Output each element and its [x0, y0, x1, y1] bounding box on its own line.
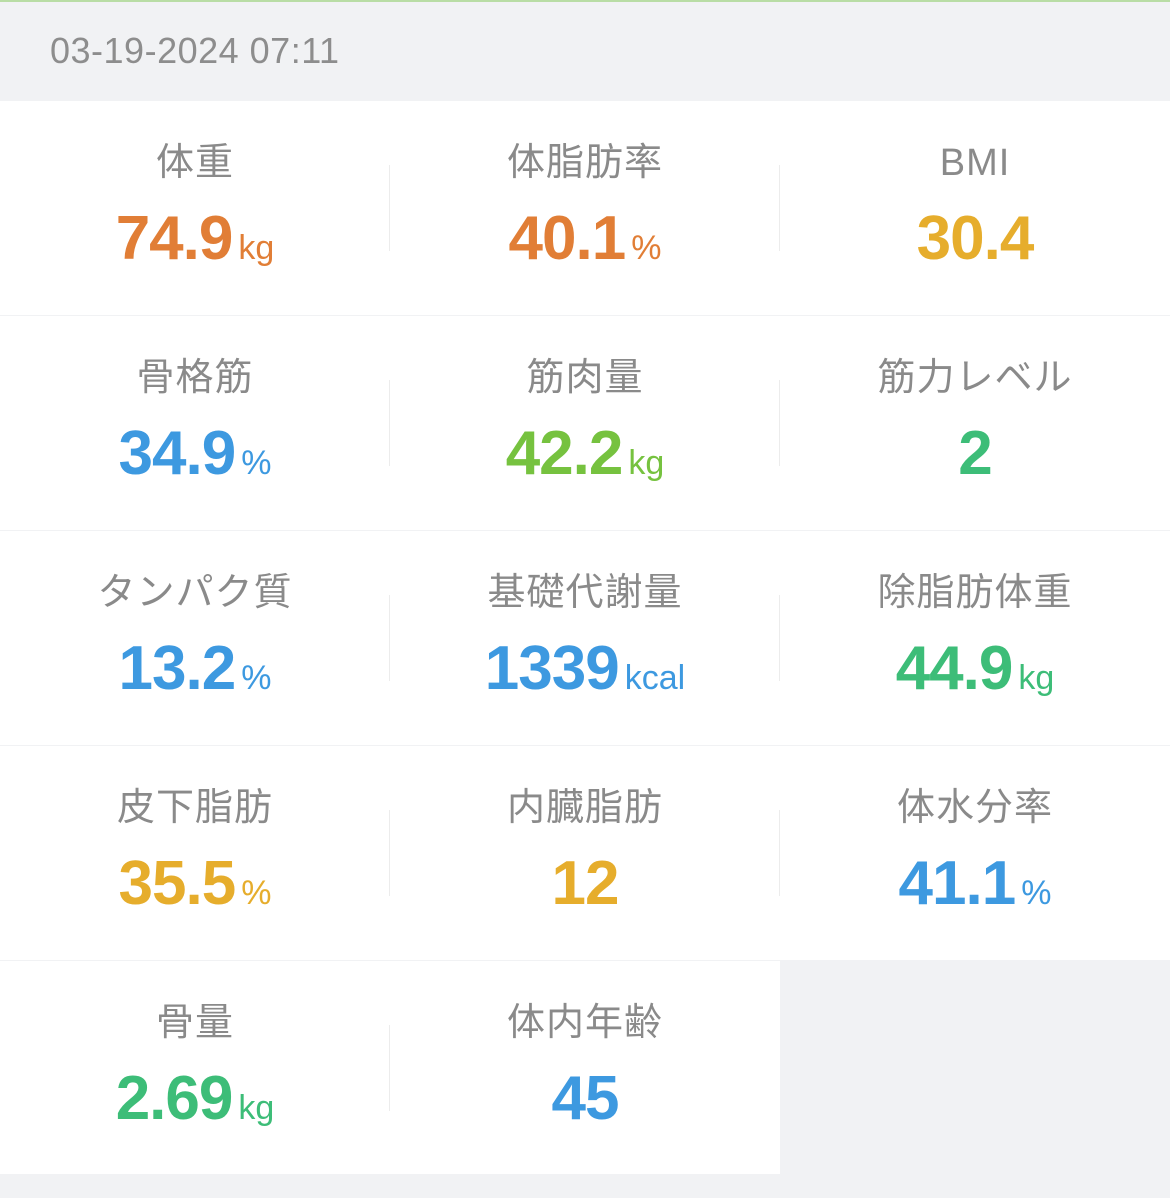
- metric-label: 基礎代謝量: [487, 572, 683, 614]
- metric-value-group: 1339 kcal: [390, 636, 780, 718]
- metric-unit: %: [631, 229, 662, 267]
- metric-label: 除脂肪体重: [877, 572, 1073, 614]
- metric-label: BMI: [939, 142, 1011, 184]
- metric-value-group: 2.69 kg: [0, 1066, 390, 1148]
- metric-unit: kg: [238, 229, 275, 267]
- metric-body-age[interactable]: 体内年齢 45: [390, 961, 780, 1175]
- metric-unit: %: [241, 659, 272, 697]
- metric-value: 13.2: [118, 634, 237, 703]
- metric-label: 体内年齢: [506, 1002, 663, 1044]
- metric-protein[interactable]: タンパク質 13.2%: [0, 531, 390, 745]
- metrics-row: 骨格筋 34.9% 筋肉量 42.2 kg 筋力レベル 2: [0, 316, 1170, 530]
- metric-unit: kg: [628, 444, 665, 482]
- metric-strength-level[interactable]: 筋力レベル 2: [780, 316, 1170, 530]
- metric-value-group: 35.5%: [0, 851, 390, 933]
- measurement-timestamp: 03-19-2024 07:11: [50, 30, 340, 71]
- metric-value: 44.9: [895, 634, 1014, 703]
- metric-value-group: 40.1%: [390, 206, 780, 288]
- metric-unit: kg: [1018, 659, 1055, 697]
- metric-unit: kcal: [624, 659, 686, 697]
- metric-value-group: 30.4: [780, 206, 1170, 288]
- metric-value: 41.1: [898, 849, 1017, 918]
- metric-value-group: 44.9 kg: [780, 636, 1170, 718]
- metrics-grid: 体重 74.9kg 体脂肪率 40.1% BMI 30.4 骨格筋 34.9%: [0, 101, 1170, 1175]
- metrics-row: タンパク質 13.2% 基礎代謝量 1339 kcal 除脂肪体重 44.9 kg: [0, 531, 1170, 745]
- metric-value-group: 34.9%: [0, 421, 390, 503]
- metric-label: 体水分率: [896, 787, 1053, 829]
- metric-visceral-fat[interactable]: 内臓脂肪 12: [390, 746, 780, 960]
- metric-body-fat-rate[interactable]: 体脂肪率 40.1%: [390, 101, 780, 315]
- metric-label: 骨格筋: [136, 357, 254, 399]
- metric-label: 体脂肪率: [506, 142, 663, 184]
- metric-label: 体重: [155, 142, 234, 184]
- metric-label: 筋力レベル: [877, 357, 1073, 399]
- metric-label: 筋肉量: [526, 357, 644, 399]
- metric-value: 40.1: [508, 204, 627, 273]
- metric-label: 内臓脂肪: [506, 787, 663, 829]
- metric-skeletal-muscle[interactable]: 骨格筋 34.9%: [0, 316, 390, 530]
- metric-value-group: 2: [780, 421, 1170, 503]
- metrics-row: 骨量 2.69 kg 体内年齢 45: [0, 961, 1170, 1175]
- metric-subcutaneous-fat[interactable]: 皮下脂肪 35.5%: [0, 746, 390, 960]
- metric-unit: %: [241, 444, 272, 482]
- metric-value: 2.69: [115, 1064, 234, 1133]
- metric-basal-metabolism[interactable]: 基礎代謝量 1339 kcal: [390, 531, 780, 745]
- metric-value: 34.9: [118, 419, 237, 488]
- metric-label: タンパク質: [97, 572, 293, 614]
- metric-value-group: 12: [390, 851, 780, 933]
- metric-unit: %: [241, 874, 272, 912]
- metric-muscle-mass[interactable]: 筋肉量 42.2 kg: [390, 316, 780, 530]
- metric-value: 1339: [484, 634, 620, 703]
- header: 03-19-2024 07:11: [0, 0, 1170, 100]
- metric-label: 骨量: [155, 1002, 234, 1044]
- metric-value: 42.2: [505, 419, 624, 488]
- bottom-spacer: [0, 1174, 1170, 1198]
- metric-value-group: 13.2%: [0, 636, 390, 718]
- metric-unit: kg: [238, 1089, 275, 1127]
- metric-value: 74.9: [115, 204, 234, 273]
- metric-unit: %: [1021, 874, 1052, 912]
- metric-value-group: 42.2 kg: [390, 421, 780, 503]
- metrics-row: 体重 74.9 kg 体脂肪率 40.1% BMI 30.4: [0, 101, 1170, 315]
- metric-label: 皮下脂肪: [116, 787, 273, 829]
- metric-value: 35.5: [118, 849, 237, 918]
- metric-lean-body-mass[interactable]: 除脂肪体重 44.9 kg: [780, 531, 1170, 745]
- empty-cell: [780, 961, 1170, 1175]
- metric-value-group: 45: [390, 1066, 780, 1148]
- metric-bone-mass[interactable]: 骨量 2.69 kg: [0, 961, 390, 1175]
- metric-bmi[interactable]: BMI 30.4: [780, 101, 1170, 315]
- metric-value: 12: [551, 849, 620, 918]
- metric-value-group: 74.9 kg: [0, 206, 390, 288]
- metric-value: 30.4: [916, 204, 1035, 273]
- metric-weight[interactable]: 体重 74.9 kg: [0, 101, 390, 315]
- metric-value: 2: [958, 419, 992, 488]
- metrics-row: 皮下脂肪 35.5% 内臓脂肪 12 体水分率 41.1%: [0, 746, 1170, 960]
- metric-body-water-rate[interactable]: 体水分率 41.1%: [780, 746, 1170, 960]
- metric-value-group: 41.1%: [780, 851, 1170, 933]
- metric-value: 45: [551, 1064, 620, 1133]
